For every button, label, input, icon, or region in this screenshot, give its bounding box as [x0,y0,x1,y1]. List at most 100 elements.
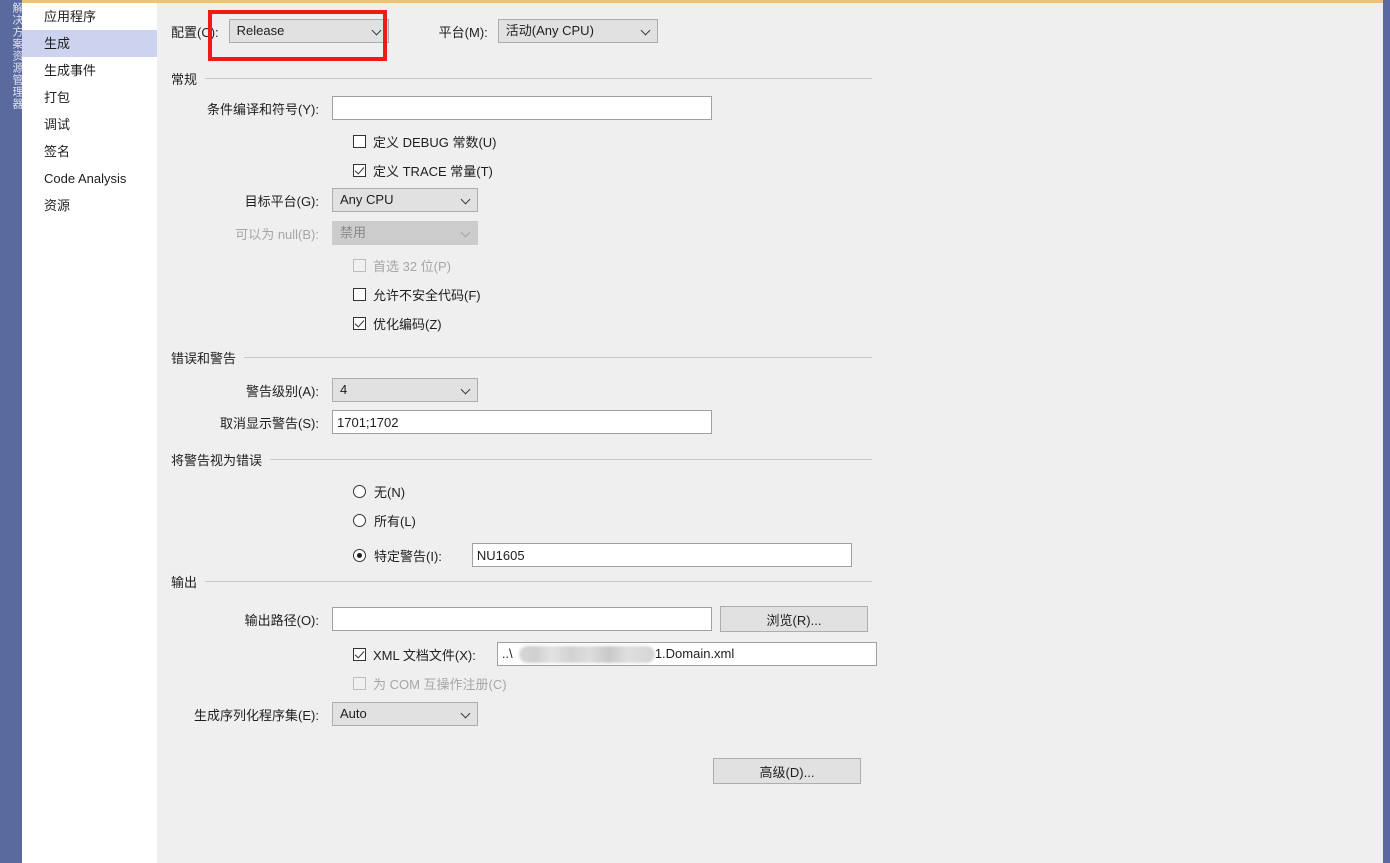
warning-level-value: 4 [340,382,348,397]
optimize-code-label: 优化编码(Z) [373,317,442,332]
output-path-label: 输出路径(O): [244,612,319,628]
suppress-warnings-label: 取消显示警告(S): [220,415,319,431]
browse-button-label: 浏览(R)... [766,612,822,628]
prefer-32bit-label: 首选 32 位(P) [373,259,452,274]
docked-toolwindow-rail[interactable]: 解决方案资源管理器 [0,0,22,863]
errors-warnings-group-header: 错误和警告 [171,348,872,367]
treat-warnings-all-label: 所有(L) [374,514,416,529]
target-platform-value: Any CPU [340,192,394,207]
conditional-symbols-row: 条件编译和符号(Y): [171,96,731,120]
xml-doc-file-label: XML 文档文件(X): [373,647,476,663]
chevron-down-icon [373,29,381,34]
radio-icon[interactable] [353,514,366,527]
sidebar-item-signing[interactable]: 签名 [22,138,157,165]
serialization-assembly-dropdown[interactable]: Auto [332,702,478,726]
chevron-down-icon [462,198,470,203]
chevron-down-icon [462,712,470,717]
treat-warnings-group-title: 将警告视为错误 [171,453,263,468]
target-platform-dropdown[interactable]: Any CPU [332,188,478,212]
xml-doc-file-input[interactable]: ..\ 1.Domain.xml [496,642,877,666]
general-group-header: 常规 [171,69,872,88]
checkbox-checked-icon[interactable] [353,317,366,330]
allow-unsafe-code-checkbox-row[interactable]: 允许不安全代码(F) [353,285,481,304]
sidebar-item-build-events[interactable]: 生成事件 [22,57,157,84]
serialization-assembly-row: 生成序列化程序集(E): Auto [171,702,478,726]
specific-warnings-input[interactable] [471,543,852,567]
browse-output-path-button[interactable]: 浏览(R)... [720,606,868,632]
sidebar-item-debug[interactable]: 调试 [22,111,157,138]
treat-warnings-none-radio-row[interactable]: 无(N) [353,482,405,501]
platform-dropdown[interactable]: 活动(Any CPU) [497,19,658,43]
treat-warnings-group-header: 将警告视为错误 [171,450,872,469]
checkbox-icon[interactable] [353,135,366,148]
define-debug-label: 定义 DEBUG 常数(U) [373,135,497,150]
sidebar-item-label: 签名 [44,144,71,159]
treat-warnings-none-label: 无(N) [374,485,406,500]
configuration-toolbar: 配置(C): Release 平台(M): 活动(Any CPU) [171,17,658,45]
sidebar-item-resources[interactable]: 资源 [22,192,157,219]
checkbox-icon[interactable] [353,288,366,301]
radio-selected-icon[interactable] [353,548,366,562]
suppress-warnings-row: 取消显示警告(S): [171,410,712,434]
sidebar-item-package[interactable]: 打包 [22,84,157,111]
configuration-value: Release [236,23,285,38]
sidebar-item-label: 调试 [44,117,71,132]
output-group-title: 输出 [171,575,198,590]
define-trace-checkbox-row[interactable]: 定义 TRACE 常量(T) [353,161,493,180]
sidebar-item-label: 应用程序 [44,9,97,24]
sidebar-item-label: 资源 [44,198,71,213]
sidebar-item-code-analysis[interactable]: Code Analysis [22,165,157,192]
errors-warnings-group-title: 错误和警告 [171,351,237,366]
conditional-symbols-label: 条件编译和符号(Y): [207,101,319,117]
configuration-dropdown[interactable]: Release [228,19,389,43]
radio-icon[interactable] [353,485,366,498]
configuration-label: 配置(C): [171,24,219,40]
nullable-label: 可以为 null(B): [235,226,319,242]
warning-level-dropdown[interactable]: 4 [332,378,478,402]
platform-value: 活动(Any CPU) [505,23,594,38]
chevron-down-icon [642,29,650,34]
serialization-assembly-value: Auto [340,706,367,721]
optimize-code-checkbox-row[interactable]: 优化编码(Z) [353,314,442,333]
checkbox-checked-icon[interactable] [353,164,366,177]
right-edge-rail [1383,0,1390,863]
build-settings-panel: 配置(C): Release 平台(M): 活动(Any CPU) 常规 条件编… [157,3,1383,863]
chevron-down-icon [462,231,470,236]
checkbox-icon [353,259,366,272]
suppress-warnings-input[interactable] [332,410,712,434]
project-properties-window: 解决方案资源管理器 应用程序 生成 生成事件 打包 调试 签名 Code Ana… [0,0,1390,863]
properties-nav-list: 应用程序 生成 生成事件 打包 调试 签名 Code Analysis 资源 [22,3,168,863]
redaction-blur-bar [518,646,655,663]
rail-label: 解决方案资源管理器 [11,2,22,110]
sidebar-item-label: 生成事件 [44,63,97,78]
xml-doc-path-suffix: 1.Domain.xml [654,646,735,661]
sidebar-item-build[interactable]: 生成 [22,30,168,57]
output-path-row: 输出路径(O): 浏览(R)... [171,606,868,632]
allow-unsafe-code-label: 允许不安全代码(F) [373,288,481,303]
group-divider [244,357,872,358]
prefer-32bit-checkbox-row: 首选 32 位(P) [353,256,451,275]
advanced-button-label: 高级(D)... [759,764,815,780]
nullable-row: 可以为 null(B): 禁用 [171,221,478,245]
advanced-button[interactable]: 高级(D)... [713,758,861,784]
group-divider [205,78,872,79]
treat-warnings-specific-label: 特定警告(I): [374,548,442,564]
output-path-input[interactable] [332,607,712,631]
register-com-interop-row: 为 COM 互操作注册(C) [353,674,507,693]
conditional-symbols-input[interactable] [332,96,712,120]
define-trace-label: 定义 TRACE 常量(T) [373,164,493,179]
target-platform-row: 目标平台(G): Any CPU [171,188,478,212]
sidebar-item-application[interactable]: 应用程序 [22,3,157,30]
treat-warnings-all-radio-row[interactable]: 所有(L) [353,511,416,530]
nullable-value: 禁用 [340,225,367,240]
warning-level-label: 警告级别(A): [246,383,319,399]
checkbox-checked-icon[interactable] [353,647,366,661]
output-group-header: 输出 [171,572,872,591]
checkbox-icon [353,677,366,690]
general-group-title: 常规 [171,72,198,87]
treat-warnings-specific-radio-row[interactable]: 特定警告(I): [353,543,852,567]
xml-doc-file-row[interactable]: XML 文档文件(X): ..\ 1.Domain.xml [353,642,877,666]
group-divider [205,581,872,582]
define-debug-checkbox-row[interactable]: 定义 DEBUG 常数(U) [353,132,497,151]
sidebar-item-label: Code Analysis [44,171,127,186]
